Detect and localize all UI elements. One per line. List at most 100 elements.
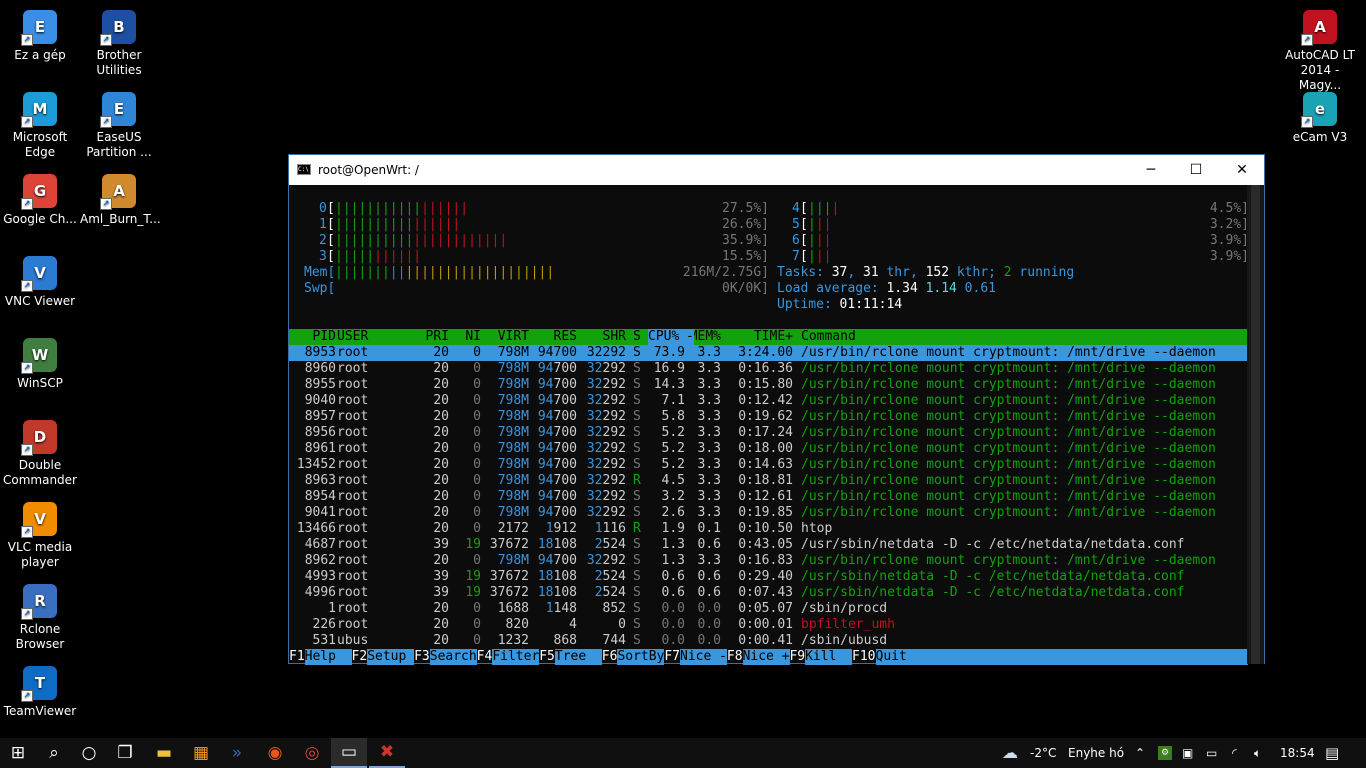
fkey-f2-key[interactable]: F2 <box>352 649 368 665</box>
desktop-icon-edge[interactable]: M ↗ Microsoft Edge <box>1 86 79 160</box>
fkey-filter-button[interactable]: Filter <box>492 649 540 665</box>
explorer-icon[interactable]: ▬ <box>146 738 182 768</box>
cortana-icon[interactable]: ○ <box>71 738 107 768</box>
weather-text[interactable]: Enyhe hó <box>1068 738 1124 768</box>
cpu-label: 1 <box>319 217 327 232</box>
wifi-icon[interactable]: ◜ <box>1232 738 1237 768</box>
htop-terminal[interactable]: 0[||||||||||||||||| 27.5%] 1[|||||||||||||… <box>289 185 1249 665</box>
fkey-search-button[interactable]: Search <box>429 649 477 665</box>
process-row[interactable]: 8963 root 20 0 798M 94700 32292 R 4.5 3.3 0:18.81 /… <box>289 473 1248 489</box>
desktop-icon-computer[interactable]: E ↗ Ez a gép <box>1 4 79 63</box>
volume-icon[interactable]: 🔈︎ <box>1254 738 1261 768</box>
desktop-icon-vlc[interactable]: V ↗ VLC media player <box>1 496 79 570</box>
process-row[interactable]: 9041 root 20 0 798M 94700 32292 S 2.6 3.3 0:19.85 /… <box>289 505 1248 521</box>
notification-icon[interactable]: ▤ <box>1325 738 1339 768</box>
desktop-icon-doublecmd[interactable]: D ↗ Double Commander <box>1 414 79 488</box>
process-row[interactable]: 8957 root 20 0 798M 94700 32292 S 5.8 3.3 0:19.62 /… <box>289 409 1248 425</box>
desktop-icon-easeus[interactable]: E ↗ EaseUS Partition ... <box>80 86 158 160</box>
desktop-icon-rclone[interactable]: R ↗ Rclone Browser <box>1 578 79 652</box>
tray-app-icon[interactable]: ⚙ <box>1158 746 1172 760</box>
powershell-icon[interactable]: » <box>219 738 255 768</box>
fkey-f4-key[interactable]: F4 <box>477 649 493 665</box>
process-row[interactable]: 13452 root 20 0 798M 94700 32292 S 5.2 3.3 0:14.63… <box>289 457 1248 473</box>
minimize-button[interactable]: ─ <box>1128 155 1174 185</box>
maximize-button[interactable]: ☐ <box>1173 155 1219 185</box>
desktop-icon-teamviewer[interactable]: T ↗ TeamViewer <box>1 660 79 719</box>
ubuntu-icon[interactable]: ◉ <box>257 738 293 768</box>
process-row[interactable]: 4687 root 39 19 37672 18108 2524 S 1.3 0.6 0:43.05… <box>289 537 1248 553</box>
fkey-help-button[interactable]: Help <box>304 649 352 665</box>
column-header-time[interactable]: TIME+ <box>727 329 793 345</box>
window-titlebar[interactable]: C:\ root@OpenWrt: / ─ ☐ ✕ <box>289 155 1264 185</box>
swap-value: 0K/0K] <box>722 281 769 296</box>
store-icon[interactable]: ▦ <box>183 738 219 768</box>
cell-mem: 3.3 <box>697 505 721 520</box>
column-header-shr[interactable]: SHR <box>579 329 626 345</box>
start-icon[interactable]: ⊞ <box>0 738 36 768</box>
column-header-virt[interactable]: VIRT <box>485 329 529 345</box>
process-row[interactable]: 8953 root 20 0 798M 94700 32292 S 73.9 3.3 3:24.00… <box>289 345 1248 361</box>
cell-cpu: 5.2 <box>661 457 685 472</box>
column-header-cmd[interactable]: Command <box>801 329 1251 345</box>
process-row[interactable]: 8962 root 20 0 798M 94700 32292 S 1.3 3.3 0:16.83 /… <box>289 553 1248 569</box>
fkey-setup-button[interactable]: Setup <box>367 649 415 665</box>
column-header-ni[interactable]: NI <box>453 329 481 345</box>
fkey-f6-key[interactable]: F6 <box>602 649 618 665</box>
desktop-icon-brother[interactable]: B ↗ Brother Utilities <box>80 4 158 78</box>
tray-device-icon[interactable]: ▣ <box>1182 738 1193 768</box>
process-row[interactable]: 8954 root 20 0 798M 94700 32292 S 3.2 3.3 0:12.61 /… <box>289 489 1248 505</box>
desktop-icon-amlburn[interactable]: A ↗ Aml_Burn_T... <box>80 168 161 227</box>
fkey-f5-key[interactable]: F5 <box>539 649 555 665</box>
fkey-kill-button[interactable]: Kill <box>805 649 853 665</box>
fkey-f8-key[interactable]: F8 <box>727 649 743 665</box>
fkey-f10-key[interactable]: F10 <box>852 649 875 665</box>
process-row[interactable]: 531 ubus 20 0 1232 868 744 S 0.0 0.0 0:00.41/sbin/… <box>289 633 1248 649</box>
taskview-icon[interactable]: ❐ <box>107 738 143 768</box>
fkey-nice-button[interactable]: Nice + <box>742 649 790 665</box>
doublecmd-icon[interactable]: ✖ <box>369 738 405 768</box>
fkey-f3-key[interactable]: F3 <box>414 649 430 665</box>
process-row[interactable]: 4996 root 39 19 37672 18108 2524 S 0.6 0.6 0:07.43… <box>289 585 1248 601</box>
process-row[interactable]: 8960 root 20 0 798M 94700 32292 S 16.9 3.3 0:16.36… <box>289 361 1248 377</box>
process-row[interactable]: 8956 root 20 0 798M 94700 32292 S 5.2 3.3 0:17.24 /… <box>289 425 1248 441</box>
desktop-icon-autocad[interactable]: A ↗ AutoCAD LT 2014 - Magy... <box>1281 4 1359 93</box>
column-header-pri[interactable]: PRI <box>417 329 449 345</box>
column-header-cpu[interactable]: CPU% <box>648 329 686 345</box>
process-row[interactable]: 1 root 20 0 1688 1148 852 S 0.0 0.0 0:05.07/sbin/p… <box>289 601 1248 617</box>
terminal-window[interactable]: C:\ root@OpenWrt: / ─ ☐ ✕ 0[||||||||||||… <box>288 154 1265 665</box>
process-row[interactable]: 13466 root 20 0 2172 1912 1116 R 1.9 0.1 0:10.50 ht… <box>289 521 1248 537</box>
fkey-tree-button[interactable]: Tree <box>554 649 602 665</box>
process-row[interactable]: 226 root 20 0 820 4 0 S 0.0 0.0 0:00.01 bpfilter_um… <box>289 617 1248 633</box>
desktop-icon-vnc[interactable]: V ↗ VNC Viewer <box>1 250 79 309</box>
fkey-nice-button[interactable]: Nice - <box>680 649 727 665</box>
desktop-icon-winscp[interactable]: W ↗ WinSCP <box>1 332 79 391</box>
desktop-icon-chrome[interactable]: G ↗ Google Ch... <box>1 168 79 227</box>
fkey-sortby-button[interactable]: SortBy <box>617 649 665 665</box>
process-table-header[interactable]: PID USER PRI NI VIRT RES SHR S CPU% MEM% TIME+ Comm… <box>289 329 1248 345</box>
process-row[interactable]: 9040 root 20 0 798M 94700 32292 S 7.1 3.3 0:12.42 /… <box>289 393 1248 409</box>
desktop-icon-ecam[interactable]: e ↗ eCam V3 <box>1281 86 1359 145</box>
column-header-s[interactable]: S <box>633 329 643 345</box>
cell-s: S <box>633 569 641 584</box>
column-header-user[interactable]: USER <box>337 329 417 345</box>
fkey-f7-key[interactable]: F7 <box>664 649 680 665</box>
search-icon[interactable]: ⌕ <box>36 738 72 768</box>
fkey-f1-key[interactable]: F1 <box>289 649 305 665</box>
weather-temp[interactable]: -2°C <box>1030 738 1056 768</box>
process-row[interactable]: 4993 root 39 19 37672 18108 2524 S 0.6 0.6 0:29.40… <box>289 569 1248 585</box>
clock[interactable]: 18:54 <box>1280 738 1315 768</box>
terminal-scrollbar[interactable] <box>1247 185 1264 664</box>
column-header-res[interactable]: RES <box>533 329 577 345</box>
chrome-icon[interactable]: ◎ <box>294 738 330 768</box>
fkey-f9-key[interactable]: F9 <box>789 649 805 665</box>
process-row[interactable]: 8955 root 20 0 798M 94700 32292 S 14.3 3.3 0:15.80… <box>289 377 1248 393</box>
close-button[interactable]: ✕ <box>1219 155 1265 185</box>
process-row[interactable]: 8961 root 20 0 798M 94700 32292 S 5.2 3.3 0:18.00 /… <box>289 441 1248 457</box>
column-header-pid[interactable]: PID <box>289 329 336 345</box>
cell-ni: 0 <box>473 505 481 520</box>
battery-icon[interactable]: ▭ <box>1206 738 1217 768</box>
weather-icon[interactable]: ☁ <box>1002 738 1018 768</box>
cmd-icon[interactable]: ▭ <box>331 738 367 768</box>
chevron-up-icon[interactable]: ⌃ <box>1135 738 1145 768</box>
fkey-quit-button[interactable]: Quit <box>875 649 923 665</box>
